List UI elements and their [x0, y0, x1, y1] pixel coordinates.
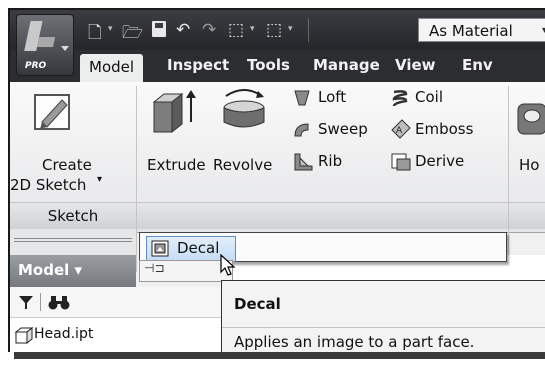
inventor-logo-icon	[24, 21, 56, 51]
browser-toolbar	[10, 287, 222, 318]
derive-label[interactable]: Derive	[415, 152, 464, 170]
tooltip-divider	[222, 327, 545, 328]
revolve-label[interactable]: Revolve	[213, 156, 272, 174]
appearance-dropdown-arrow[interactable]: ▾	[250, 24, 255, 34]
emboss-label[interactable]: Emboss	[415, 120, 473, 138]
application-menu-button[interactable]: PRO	[16, 14, 74, 76]
chevron-down-icon[interactable]: ▾	[97, 174, 102, 185]
mouse-cursor-icon	[220, 254, 236, 276]
loft-icon[interactable]	[292, 88, 312, 108]
redo-icon[interactable]: ↷	[202, 20, 216, 40]
toolbar-separator	[40, 293, 41, 311]
create-2d-sketch-label-1[interactable]: Create	[42, 156, 92, 174]
coil-icon[interactable]	[390, 88, 410, 108]
create-2d-sketch-icon[interactable]	[32, 90, 76, 134]
decal-icon	[151, 240, 169, 257]
rib-icon[interactable]	[292, 152, 314, 172]
revolve-icon[interactable]	[220, 86, 268, 132]
part-file-icon	[14, 326, 34, 344]
loft-label[interactable]: Loft	[318, 88, 346, 106]
select-icon[interactable]: ⬚	[266, 20, 282, 40]
undo-icon[interactable]: ↶	[176, 20, 190, 40]
rib-label[interactable]: Rib	[318, 152, 342, 170]
tab-model[interactable]: Model	[80, 54, 144, 82]
chevron-down-icon	[61, 46, 69, 51]
material-dropdown-value: As Material	[429, 22, 513, 40]
browser-tree: Head.ipt	[10, 318, 222, 352]
hole-icon[interactable]	[516, 102, 545, 138]
panel-divider	[508, 86, 509, 272]
save-icon[interactable]	[152, 21, 166, 37]
browser-header: Model ▾	[10, 255, 136, 287]
browser-model-dropdown[interactable]: Model ▾	[18, 261, 82, 279]
ribbon-tab-bar: Model Inspect Tools Manage View Env	[10, 50, 545, 82]
material-dropdown[interactable]: As Material ▾	[418, 18, 545, 42]
decal-label: Decal	[177, 239, 220, 257]
derive-icon[interactable]	[390, 152, 412, 172]
tab-environments[interactable]: Env	[462, 56, 493, 74]
appearance-icon[interactable]: ⬚	[228, 20, 244, 40]
svg-text:A: A	[396, 126, 403, 136]
tab-manage[interactable]: Manage	[313, 56, 380, 74]
tab-tools[interactable]: Tools	[247, 56, 290, 74]
tab-inspect[interactable]: Inspect	[167, 56, 229, 74]
create-2d-sketch-label-2[interactable]: 2D Sketch	[10, 176, 86, 194]
filter-icon[interactable]	[18, 294, 34, 310]
binoculars-icon[interactable]	[48, 294, 70, 310]
overflow-pin-row: ⊣⊐	[139, 260, 233, 282]
select-dropdown-arrow[interactable]: ▾	[288, 24, 293, 34]
sweep-icon[interactable]	[292, 120, 312, 140]
new-dropdown-arrow[interactable]: ▾	[108, 24, 113, 34]
extrude-label[interactable]: Extrude	[147, 156, 206, 174]
coil-label[interactable]: Coil	[415, 88, 443, 106]
sweep-label[interactable]: Sweep	[318, 120, 368, 138]
open-icon[interactable]: 🗁	[122, 20, 143, 49]
application-window: 🗋 ▾ 🗁 ↶ ↷ ⬚ ▾ ⬚ ▾ As Material ▾ Model In…	[8, 8, 545, 352]
pin-icon[interactable]: ⊣⊐	[144, 261, 165, 275]
emboss-icon[interactable]: A	[390, 118, 412, 140]
create-panel-overflow-menu: Decal	[139, 232, 507, 262]
decal-tooltip: Decal Applies an image to a part face.	[221, 280, 545, 352]
create-panel-title[interactable]	[137, 202, 508, 229]
toolbar-separator	[308, 18, 309, 42]
tooltip-title: Decal	[234, 295, 281, 313]
edition-label: PRO	[25, 61, 47, 71]
tooltip-description: Applies an image to a part face.	[234, 333, 475, 351]
grip-handle[interactable]	[14, 238, 132, 242]
tree-item-label: Head.ipt	[34, 326, 94, 342]
new-icon[interactable]: 🗋	[88, 20, 102, 49]
hole-label[interactable]: Ho	[519, 156, 539, 174]
extrude-icon[interactable]	[150, 88, 200, 134]
sketch-panel-title: Sketch	[10, 202, 136, 229]
modify-panel-title	[509, 202, 545, 229]
panel-divider	[136, 86, 137, 272]
tab-view[interactable]: View	[395, 56, 436, 74]
